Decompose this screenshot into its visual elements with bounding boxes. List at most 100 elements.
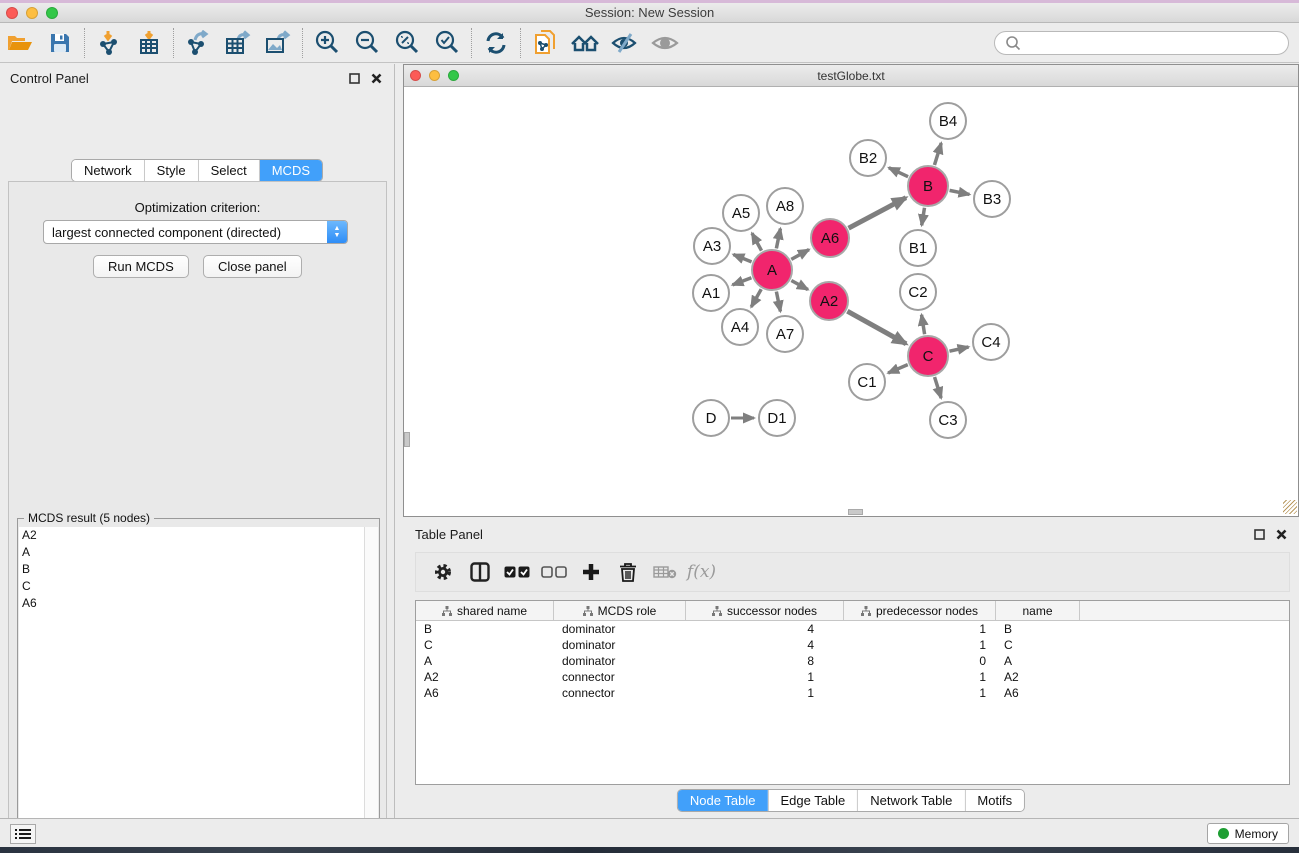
float-panel-icon[interactable] [346, 70, 362, 86]
column-header-name[interactable]: name [996, 601, 1080, 620]
apply-layout-button[interactable] [476, 26, 516, 60]
table-row-A[interactable]: Adominator80A [416, 653, 1289, 669]
edge-C-C2[interactable] [922, 315, 925, 335]
close-panel-icon[interactable] [1273, 526, 1289, 542]
network-canvas[interactable]: B4B2BB3A8A5A6A3B1AA1C2A2A4A7C4CC1DD1C3 [404, 87, 1298, 515]
search-field[interactable] [994, 31, 1289, 55]
float-panel-icon[interactable] [1251, 526, 1267, 542]
export-image-button[interactable] [258, 26, 298, 60]
cell[interactable]: A [416, 653, 554, 669]
node-B1[interactable]: B1 [899, 229, 937, 267]
cell[interactable]: connector [554, 669, 686, 685]
criterion-dropdown[interactable]: largest connected component (directed) ▲… [43, 220, 348, 244]
cell[interactable]: A [996, 653, 1080, 669]
node-B4[interactable]: B4 [929, 102, 967, 140]
node-C4[interactable]: C4 [972, 323, 1010, 361]
memory-button[interactable]: Memory [1207, 823, 1289, 844]
node-A3[interactable]: A3 [693, 227, 731, 265]
edge-A-A8[interactable] [776, 229, 780, 249]
edge-B-B1[interactable] [922, 208, 925, 226]
result-item[interactable]: B [19, 561, 366, 578]
cell[interactable]: A2 [996, 669, 1080, 685]
save-session-button[interactable] [40, 26, 80, 60]
tab-node-table[interactable]: Node Table [678, 790, 768, 811]
network-window-titlebar[interactable]: testGlobe.txt [404, 65, 1298, 87]
cell[interactable]: B [416, 621, 554, 637]
cell[interactable]: 1 [844, 637, 996, 653]
tab-mcds[interactable]: MCDS [259, 160, 322, 181]
table-row-C[interactable]: Cdominator41C [416, 637, 1289, 653]
edge-B-B4[interactable] [934, 143, 941, 165]
cell[interactable]: 1 [686, 669, 844, 685]
node-A6[interactable]: A6 [810, 218, 850, 258]
delete-columns-button[interactable] [609, 557, 646, 587]
node-A2[interactable]: A2 [809, 281, 849, 321]
node-A[interactable]: A [751, 249, 793, 291]
open-session-button[interactable] [0, 26, 40, 60]
edge-A-A2[interactable] [791, 281, 808, 290]
zoom-fit-button[interactable] [387, 26, 427, 60]
tab-network-table[interactable]: Network Table [857, 790, 964, 811]
edge-B-B2[interactable] [889, 168, 908, 177]
show-panel-button[interactable] [645, 26, 685, 60]
window-resize-grip[interactable] [1283, 500, 1297, 514]
cell[interactable]: A2 [416, 669, 554, 685]
edge-C-C3[interactable] [935, 377, 942, 398]
table-row-B[interactable]: Bdominator41B [416, 621, 1289, 637]
close-panel-icon[interactable] [368, 70, 384, 86]
node-D[interactable]: D [692, 399, 730, 437]
column-header-MCDS-role[interactable]: MCDS role [554, 601, 686, 620]
edge-A-A7[interactable] [776, 292, 780, 312]
edge-C-C4[interactable] [949, 347, 968, 351]
run-mcds-button[interactable]: Run MCDS [93, 255, 189, 278]
canvas-vertical-scroll-handle[interactable] [404, 432, 410, 447]
import-table-button[interactable] [129, 26, 169, 60]
node-D1[interactable]: D1 [758, 399, 796, 437]
node-C3[interactable]: C3 [929, 401, 967, 439]
cell[interactable]: 4 [686, 621, 844, 637]
node-A8[interactable]: A8 [766, 187, 804, 225]
result-item[interactable]: C [19, 578, 366, 595]
node-C1[interactable]: C1 [848, 363, 886, 401]
result-item[interactable]: A2 [19, 527, 366, 544]
import-network-button[interactable] [89, 26, 129, 60]
edge-A-A1[interactable] [733, 278, 752, 285]
canvas-horizontal-scroll-handle[interactable] [848, 509, 863, 515]
cell[interactable]: 0 [844, 653, 996, 669]
tab-style[interactable]: Style [144, 160, 198, 181]
hide-panels-button[interactable] [605, 26, 645, 60]
zoom-out-button[interactable] [347, 26, 387, 60]
tab-edge-table[interactable]: Edge Table [767, 790, 857, 811]
select-all-checkboxes-button[interactable] [498, 557, 535, 587]
node-B2[interactable]: B2 [849, 139, 887, 177]
edge-A6-B[interactable] [849, 198, 906, 228]
tab-select[interactable]: Select [198, 160, 259, 181]
result-item[interactable]: A [19, 544, 366, 561]
cell[interactable]: 1 [844, 669, 996, 685]
edge-B-B3[interactable] [950, 190, 970, 194]
clear-all-checkboxes-button[interactable] [535, 557, 572, 587]
cell[interactable]: 1 [844, 685, 996, 701]
cell[interactable]: C [996, 637, 1080, 653]
column-header-shared-name[interactable]: shared name [416, 601, 554, 620]
cell[interactable]: 4 [686, 637, 844, 653]
column-header-predecessor-nodes[interactable]: predecessor nodes [844, 601, 996, 620]
mcds-result-list[interactable]: A2ABCA6 [19, 527, 366, 853]
node-B[interactable]: B [907, 165, 949, 207]
zoom-selected-button[interactable] [427, 26, 467, 60]
node-B3[interactable]: B3 [973, 180, 1011, 218]
cell[interactable]: dominator [554, 621, 686, 637]
edge-A-A5[interactable] [752, 233, 762, 250]
edge-C-C1[interactable] [888, 365, 908, 373]
result-scrollbar[interactable] [364, 527, 378, 853]
tab-motifs[interactable]: Motifs [964, 790, 1024, 811]
column-layout-button[interactable] [461, 557, 498, 587]
node-A5[interactable]: A5 [722, 194, 760, 232]
node-A7[interactable]: A7 [766, 315, 804, 353]
cell[interactable]: B [996, 621, 1080, 637]
cell[interactable]: dominator [554, 653, 686, 669]
table-settings-button[interactable] [424, 557, 461, 587]
add-column-button[interactable] [572, 557, 609, 587]
edge-A-A6[interactable] [791, 250, 809, 260]
search-input[interactable] [1025, 33, 1288, 53]
